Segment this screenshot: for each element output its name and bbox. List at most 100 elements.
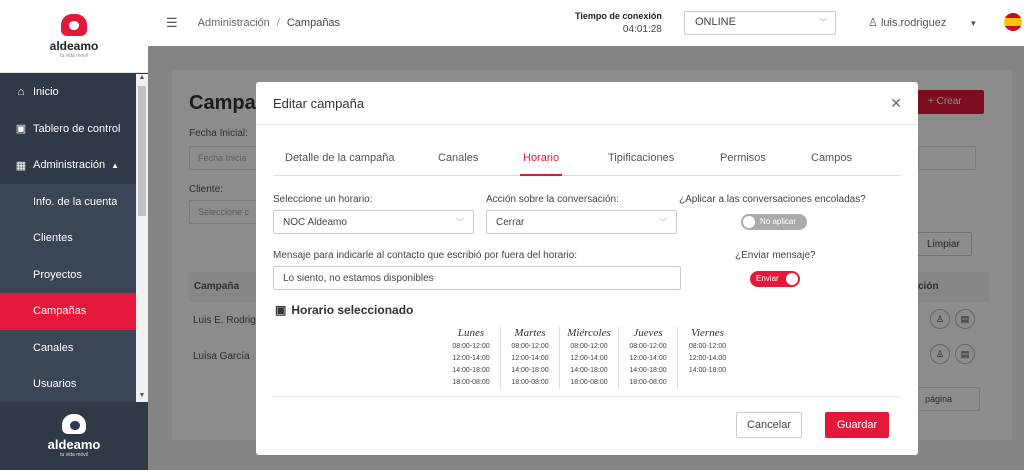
horario-label: Seleccione un horario: (273, 194, 373, 205)
accion-value: Cerrar (496, 217, 525, 228)
modal-divider (256, 124, 918, 125)
day-name: Martes (514, 327, 546, 339)
accion-label: Acción sobre la conversación: (486, 194, 619, 205)
mensaje-value: Lo siento, no estamos disponibles (283, 273, 434, 284)
sidebar-item-label: Administración (33, 159, 106, 172)
day-name: Jueves (633, 327, 663, 339)
brand-tagline: tu vida móvil (60, 52, 88, 59)
time-slot: 08:00-12:00 (688, 343, 727, 350)
user-icon: ♙ (868, 17, 878, 29)
sidebar-item-campanas[interactable]: Campañas (0, 293, 136, 330)
time-slot: 14:00-18:00 (570, 367, 608, 374)
time-slot: 12:00-14:00 (570, 355, 608, 362)
breadcrumb-current: Campañas (286, 17, 341, 29)
connection-label: Tiempo de conexión (575, 11, 662, 21)
sidebar-item-clientes[interactable]: Clientes (0, 220, 136, 257)
day-column: Miércoles 08:00-12:00 12:00-14:00 14:00-… (560, 327, 619, 389)
schedule-grid: Lunes 08:00-12:00 12:00-14:00 14:00-18:0… (442, 327, 737, 389)
username: luis.rodriguez (880, 17, 947, 29)
time-slot: 18:00-08:00 (570, 379, 608, 386)
home-icon: ⌂ (17, 86, 25, 99)
tab-campos[interactable]: Campos (811, 152, 852, 176)
tab-horario[interactable]: Horario (520, 152, 563, 176)
sidebar-item-label: Info. de la cuenta (33, 195, 118, 208)
sidebar-item-label: Tablero de control (33, 122, 121, 135)
time-slot: 18:00-08:00 (629, 379, 667, 386)
brand-name: aldeamo (49, 38, 99, 53)
horario-select[interactable]: NOC Aldeamo ﹀ (273, 210, 474, 234)
time-slot: 08:00-12:00 (511, 343, 549, 350)
scroll-up-icon[interactable]: ▲ (136, 74, 148, 84)
schedule-title: Horario seleccionado (291, 303, 414, 317)
sidebar-item-tablero[interactable]: ▣ Tablero de control (0, 111, 136, 148)
time-slot: 14:00-18:00 (452, 367, 490, 374)
tab-detalle[interactable]: Detalle de la campaña (285, 152, 394, 176)
user-menu[interactable]: ♙ luis.rodriguez ▼ (868, 16, 977, 29)
mensaje-input[interactable]: Lo siento, no estamos disponibles (273, 266, 681, 290)
sidebar-item-label: Inicio (33, 86, 59, 99)
time-slot: 18:00-08:00 (511, 379, 549, 386)
toggle-knob (743, 216, 755, 228)
time-slot: 12:00-14:00 (629, 355, 667, 362)
brand-name: aldeamo (47, 437, 101, 452)
tab-permisos[interactable]: Permisos (720, 152, 766, 176)
horario-value: NOC Aldeamo (283, 217, 347, 228)
time-slot: 12:00-14:00 (452, 355, 490, 362)
scroll-down-icon[interactable]: ▼ (136, 392, 148, 402)
language-flag-icon[interactable] (1004, 13, 1022, 31)
accion-select[interactable]: Cerrar ﹀ (486, 210, 677, 234)
sidebar-item-canales[interactable]: Canales (0, 329, 136, 366)
tab-canales[interactable]: Canales (438, 152, 478, 176)
toggle-knob (786, 273, 798, 285)
dashboard-icon: ▣ (15, 123, 27, 136)
tab-tipificaciones[interactable]: Tipificaciones (608, 152, 674, 176)
schedule-heading: ▣ Horario seleccionado (275, 303, 413, 317)
enviar-toggle[interactable]: Enviar (750, 271, 800, 287)
day-column: Jueves 08:00-12:00 12:00-14:00 14:00-18:… (619, 327, 678, 389)
logo-icon (61, 13, 87, 36)
sidebar-item-inicio[interactable]: ⌂ Inicio (0, 74, 136, 111)
save-button[interactable]: Guardar (825, 412, 889, 438)
day-name: Lunes (457, 327, 485, 339)
time-slot: 08:00-12:00 (452, 343, 490, 350)
sidebar-item-proyectos[interactable]: Proyectos (0, 256, 136, 293)
enviar-label: ¿Enviar mensaje? (735, 250, 816, 261)
status-select[interactable]: ONLINE ﹀ (684, 11, 836, 35)
scrollbar-thumb[interactable] (138, 86, 146, 216)
close-icon[interactable]: ✕ (890, 95, 902, 112)
calendar-icon: ▣ (275, 303, 287, 317)
status-value: ONLINE (695, 16, 736, 28)
edit-campaign-modal: Editar campaña ✕ Detalle de la campaña C… (256, 82, 918, 455)
sidebar-footer-logo: aldeamo tu vida móvil (0, 402, 148, 470)
breadcrumb-item[interactable]: Administración (198, 17, 270, 29)
sidebar-item-administracion[interactable]: ▦ Administración ▲ (0, 147, 136, 184)
time-slot: 14:00-18:00 (511, 367, 549, 374)
side-nav: ⌂ Inicio ▣ Tablero de control ▦ Administ… (0, 74, 136, 403)
connection-timer: Tiempo de conexión 04:01:28 (575, 10, 662, 36)
breadcrumb-separator: / (276, 17, 280, 29)
logo-icon (62, 414, 86, 434)
time-slot: 08:00-12:00 (570, 343, 608, 350)
aplicar-toggle[interactable]: No aplicar (741, 214, 807, 230)
sidebar-item-info-cuenta[interactable]: Info. de la cuenta (0, 183, 136, 220)
sidebar-item-label: Canales (33, 341, 74, 354)
cancel-button[interactable]: Cancelar (736, 412, 802, 438)
time-slot: 18:00-08:00 (452, 379, 490, 386)
time-slot: 14:00-18:00 (629, 367, 667, 374)
time-slot: 08:00-12:00 (629, 343, 667, 350)
day-name: Viernes (691, 327, 724, 339)
connection-time: 04:01:28 (622, 24, 662, 35)
chevron-down-icon: ﹀ (819, 18, 827, 27)
aplicar-label: ¿Aplicar a las conversaciones encoladas? (679, 194, 866, 205)
chevron-up-icon: ▲ (111, 160, 120, 170)
footer-divider (273, 396, 901, 397)
day-name: Miércoles (567, 327, 611, 339)
sidebar-scrollbar[interactable]: ▲ ▼ (136, 74, 148, 402)
sidebar-item-usuarios[interactable]: Usuarios (0, 366, 136, 403)
day-column: Martes 08:00-12:00 12:00-14:00 14:00-18:… (501, 327, 560, 389)
day-column: Lunes 08:00-12:00 12:00-14:00 14:00-18:0… (442, 327, 501, 389)
chevron-down-icon: ▼ (969, 19, 978, 28)
brand-logo[interactable]: aldeamo tu vida móvil (0, 0, 148, 73)
time-slot: 12:00-14:00 (511, 355, 549, 362)
menu-toggle-icon[interactable]: ☰ (166, 15, 178, 31)
